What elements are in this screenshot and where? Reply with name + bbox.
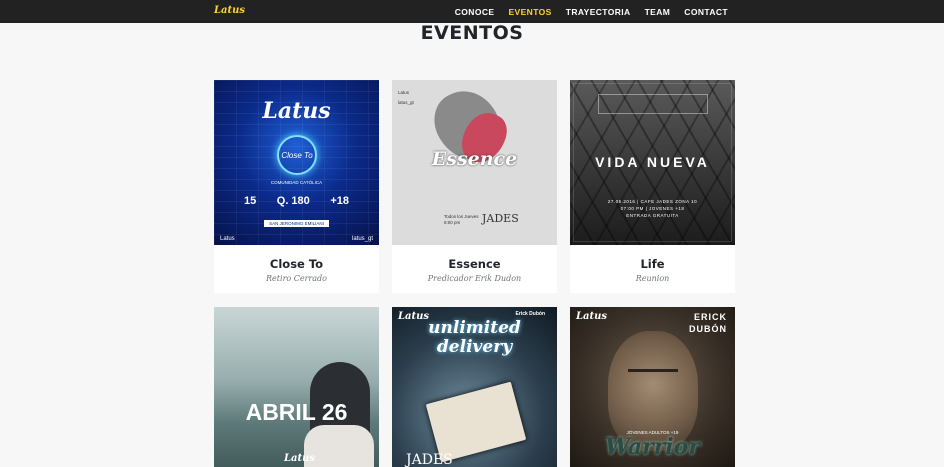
event-subtitle: Reunion — [635, 274, 670, 283]
nav-link-eventos[interactable]: EVENTOS — [508, 7, 551, 17]
poster-instagram: latus_gt — [351, 236, 373, 242]
event-subtitle: Retiro Cerrado — [266, 274, 327, 283]
poster-social: Latus latus_gt — [398, 88, 414, 108]
event-card-essence[interactable]: Latus latus_gt Essence Todos los Jueves … — [392, 80, 557, 293]
nav-link-team[interactable]: TEAM — [645, 7, 671, 17]
nav-link-trayectoria[interactable]: TRAYECTORIA — [566, 7, 631, 17]
event-poster[interactable]: Latus latus_gt Essence Todos los Jueves … — [392, 80, 557, 245]
poster-schedule: Todos los Jueves 8:00 pm — [444, 214, 479, 226]
brand-logo[interactable]: Latus — [214, 5, 245, 16]
event-card-warrior[interactable]: Latus ERICK DUBÓN JÓVENES ADULTOS +19 Wa… — [570, 307, 735, 467]
event-poster[interactable]: Latus Close To COMUNIDAD CATÓLICA 15 Q. … — [214, 80, 379, 245]
poster-time: 8:00 pm — [444, 220, 461, 225]
poster-headline: Warrior — [605, 434, 700, 460]
event-poster[interactable]: Latus ERICK DUBÓN JÓVENES ADULTOS +19 Wa… — [570, 307, 735, 467]
section-title: EVENTOS — [420, 22, 524, 44]
poster-venue: JADES — [482, 212, 519, 225]
event-poster[interactable]: ABRIL 26 Latus — [214, 307, 379, 467]
poster-title: unlimited delivery — [392, 319, 557, 357]
poster-instagram: latus_gt — [398, 100, 414, 105]
poster-facebook: Latus — [398, 90, 410, 95]
poster-speaker-first: ERICK — [693, 312, 727, 322]
poster-headline: VIDA NUEVA — [595, 154, 710, 170]
poster-age: +18 — [330, 195, 349, 207]
poster-place: SAN JERONIMO EMILIANI — [264, 220, 329, 227]
poster-details: 15 Q. 180 +18 — [244, 195, 349, 207]
event-title: Essence — [448, 257, 501, 271]
poster-headline: ABRIL 26 — [245, 399, 348, 425]
event-subtitle: Predicador Erik Dudon — [427, 274, 522, 283]
nav-link-conoce[interactable]: CONOCE — [455, 7, 495, 17]
poster-community: COMUNIDAD CATÓLICA — [270, 180, 323, 185]
book-image — [425, 381, 527, 463]
nav-menu: CONOCE EVENTOS TRAYECTORIA TEAM CONTACT — [441, 0, 728, 23]
poster-brand: Essence — [431, 148, 518, 170]
event-title: Close To — [269, 257, 324, 271]
poster-badge: Close To — [277, 135, 317, 175]
poster-date: 15 — [244, 195, 257, 207]
navbar: Latus CONOCE EVENTOS TRAYECTORIA TEAM CO… — [0, 0, 944, 23]
event-title: Life — [640, 257, 665, 271]
poster-logo: Latus — [576, 311, 608, 322]
poster-portrait-detail — [628, 369, 678, 375]
event-caption: Close To Retiro Cerrado — [214, 245, 379, 293]
event-card-life[interactable]: VIDA NUEVA 27.05.2016 | CAFE JADES ZONA … — [570, 80, 735, 293]
event-poster[interactable]: Latus Erick Dubón unlimited delivery JAD… — [392, 307, 557, 467]
poster-detail-line: ENTRADA GRATUITA — [626, 213, 679, 218]
poster-logo: Latus — [262, 98, 331, 124]
poster-speaker: ERICK DUBÓN — [689, 311, 727, 335]
poster-title-line: unlimited — [428, 318, 521, 338]
event-card-unlimited-delivery[interactable]: Latus Erick Dubón unlimited delivery JAD… — [392, 307, 557, 467]
nav-link-contact[interactable]: CONTACT — [684, 7, 728, 17]
poster-detail-line: 07:00 PM | JOVENES +18 — [620, 206, 685, 211]
poster-details: 27.05.2016 | CAFE JADES ZONA 10 07:00 PM… — [570, 198, 735, 219]
event-card-close-to[interactable]: Latus Close To COMUNIDAD CATÓLICA 15 Q. … — [214, 80, 379, 293]
poster-banner — [598, 94, 708, 114]
poster-author: Erick Dubón — [515, 311, 545, 317]
poster-speaker-last: DUBÓN — [689, 324, 727, 334]
event-caption: Essence Predicador Erik Dudon — [392, 245, 557, 293]
poster-detail-line: 27.05.2016 | CAFE JADES ZONA 10 — [607, 199, 698, 204]
poster-price: Q. 180 — [276, 195, 310, 207]
poster-logo: Latus — [284, 453, 316, 464]
event-caption: Life Reunion — [570, 245, 735, 293]
event-poster[interactable]: VIDA NUEVA 27.05.2016 | CAFE JADES ZONA … — [570, 80, 735, 245]
event-card-abril-26[interactable]: ABRIL 26 Latus — [214, 307, 379, 467]
poster-title-line: delivery — [436, 337, 513, 357]
poster-facebook: Latus — [220, 236, 235, 242]
poster-footer: Latus latus_gt — [220, 236, 373, 242]
poster-venue: JADES — [406, 452, 453, 467]
